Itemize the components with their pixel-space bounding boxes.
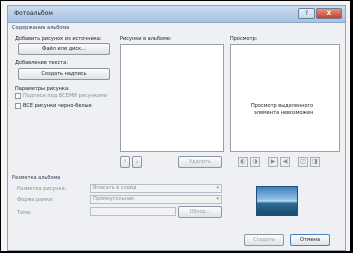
help-button[interactable]: ? (298, 8, 315, 19)
preview-pane: Просмотр выделенного элемента невозможен (230, 44, 340, 152)
frame-shape-select[interactable]: Прямоугольник ▾ (90, 195, 222, 204)
frame-shape-label: Форма рамки: (17, 197, 54, 203)
contrast-down-icon[interactable]: ◀ (280, 157, 290, 167)
photo-album-dialog: Фотоальбом ? X Содержание альбома Добави… (7, 5, 346, 251)
preview-message-line2: элемента невозможен (254, 110, 314, 116)
bw-checkbox[interactable] (15, 103, 21, 109)
chevron-down-icon: ▾ (216, 196, 219, 202)
dialog-title: Фотоальбом (14, 10, 53, 17)
cancel-button[interactable]: Отмена (290, 234, 330, 246)
picture-params-label: Параметры рисунка: (15, 86, 70, 92)
rotate-left-icon[interactable]: ◐ (238, 157, 248, 167)
album-content-header: Содержание альбома (12, 25, 70, 31)
move-down-button[interactable]: ↓ (132, 156, 142, 168)
album-layout-header: Разметка альбома (12, 175, 61, 181)
contrast-up-icon[interactable]: ▶ (268, 157, 278, 167)
browse-button[interactable]: Обзор... (178, 206, 222, 218)
layout-preview-thumbnail (256, 186, 298, 216)
dialog-body: Содержание альбома Добавить рисунок из и… (8, 23, 345, 251)
picture-layout-label: Разметка рисунка: (17, 186, 67, 192)
captions-checkbox-label: Подписи под ВСЕМИ рисунками (23, 93, 107, 99)
chevron-down-icon: ▾ (216, 185, 219, 191)
captions-checkbox[interactable] (15, 93, 21, 99)
title-bar: Фотоальбом ? X (8, 6, 345, 23)
delete-button[interactable]: Удалить (178, 156, 222, 168)
picture-layout-value: Вписать в слайд (93, 185, 137, 191)
theme-field[interactable] (90, 207, 176, 216)
pictures-label: Рисунки в альбоме: (120, 36, 172, 42)
preview-label: Просмотр: (230, 36, 258, 42)
new-caption-button[interactable]: Создать надпись (18, 68, 110, 80)
add-text-label: Добавление текста: (15, 60, 68, 66)
bw-checkbox-label: ВСЕ рисунки черно-белые (23, 103, 92, 109)
preview-message-line1: Просмотр выделенного (251, 103, 314, 109)
theme-label: Тема: (17, 210, 32, 216)
brightness-up-icon[interactable]: ◫ (298, 157, 308, 167)
pictures-list[interactable] (120, 44, 224, 152)
brightness-down-icon[interactable]: ◨ (310, 157, 320, 167)
rotate-right-icon[interactable]: ◑ (250, 157, 260, 167)
create-button[interactable]: Создать (244, 234, 284, 246)
close-button[interactable]: X (316, 8, 342, 19)
picture-layout-select[interactable]: Вписать в слайд ▾ (90, 184, 222, 193)
move-up-button[interactable]: ↑ (120, 156, 130, 168)
file-disk-button[interactable]: Файл или диск... (18, 43, 110, 55)
frame-shape-value: Прямоугольник (93, 196, 135, 202)
add-from-label: Добавить рисунок из источника: (15, 36, 102, 42)
